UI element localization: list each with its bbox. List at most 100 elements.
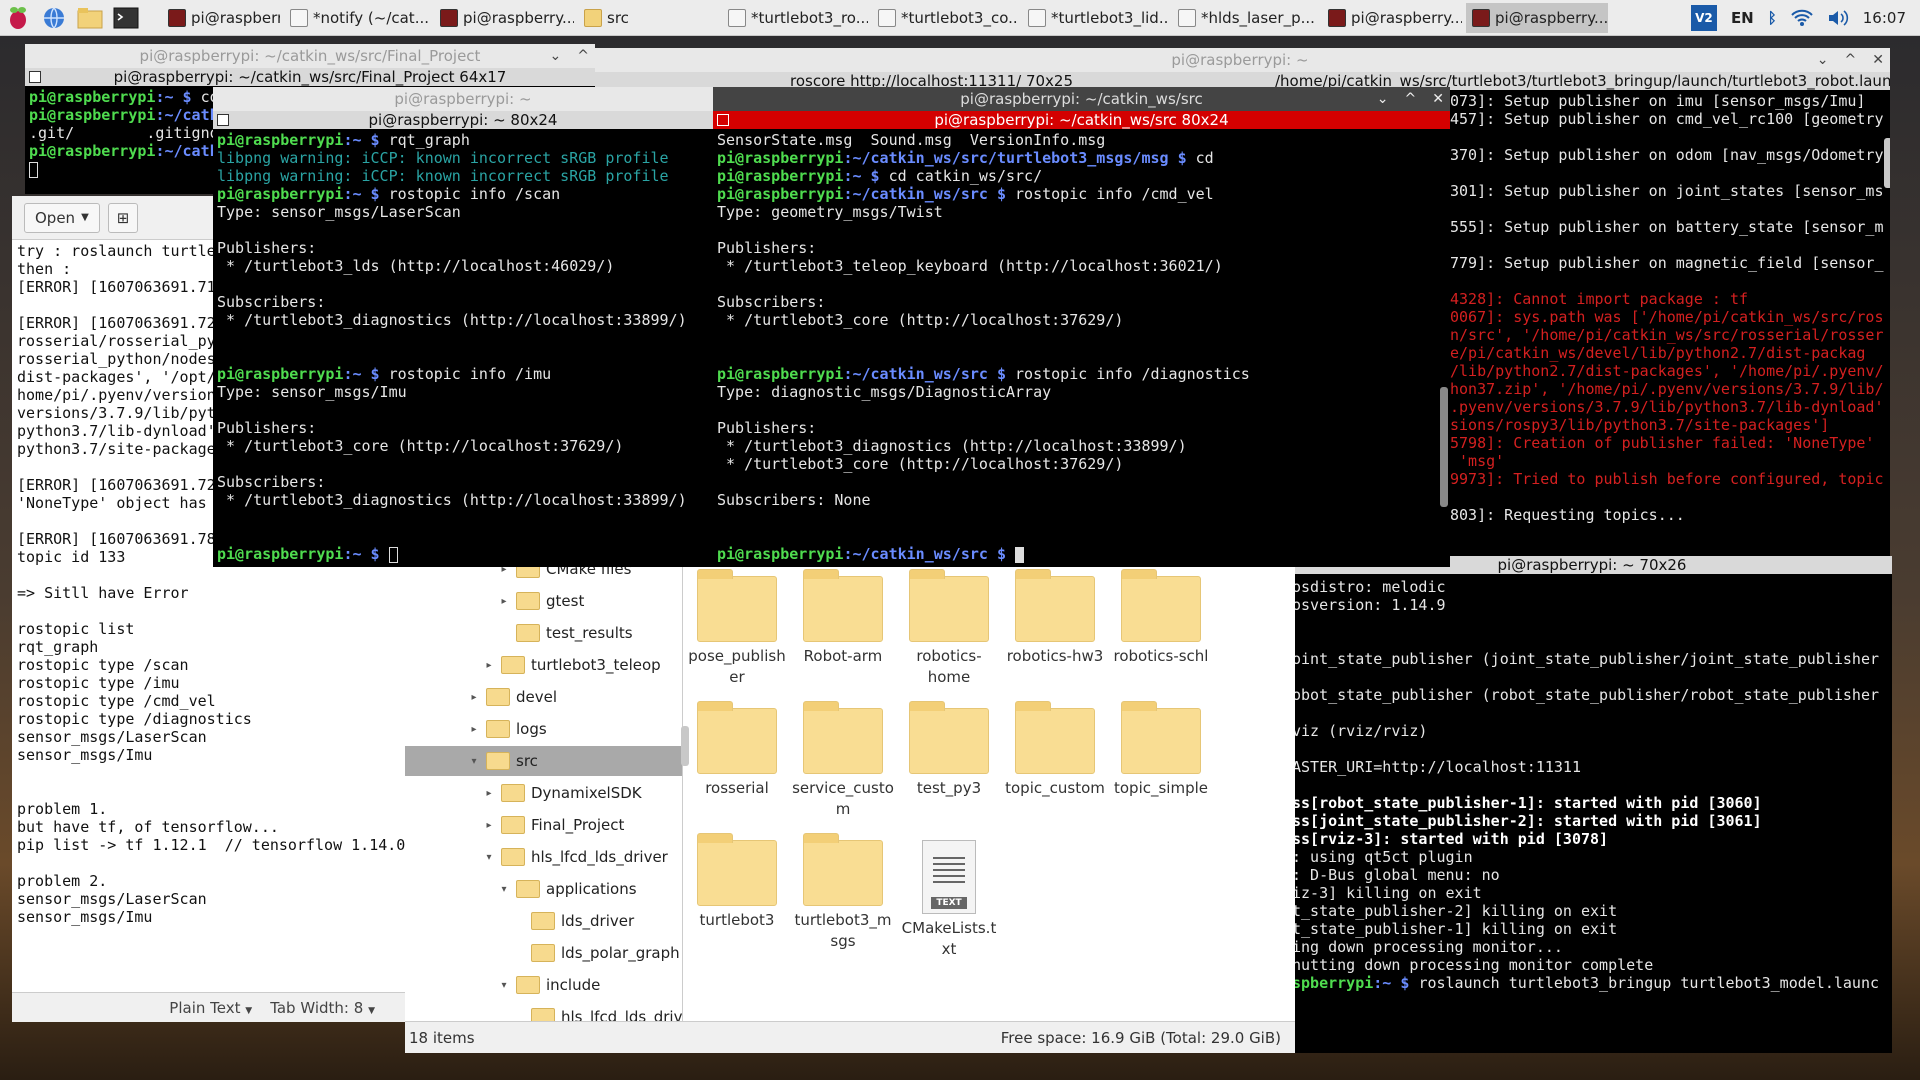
file-item[interactable]: turtlebot3_m sgs [792, 833, 894, 952]
chevron-right-icon[interactable]: ▸ [483, 660, 495, 671]
tree-item-lds-driver[interactable]: lds_driver [405, 906, 682, 936]
web-browser-icon[interactable] [39, 3, 69, 33]
keyboard-layout[interactable]: EN [1731, 9, 1754, 27]
terminal-tab-final-project[interactable]: pi@raspberrypi: ~/catkin_ws/src/Final_Pr… [114, 68, 507, 86]
file-manager-window[interactable]: ▸ CMake files ▸ gtest test_results ▸ turtlebot… [405, 566, 1295, 1053]
file-item[interactable]: turtlebot3 [686, 833, 788, 931]
terminal-output[interactable]: 073]: Setup publisher on imu [sensor_msg… [1450, 90, 1890, 568]
chevron-right-icon[interactable]: ▸ [483, 820, 495, 831]
new-document-button[interactable]: ⊞ [107, 202, 139, 233]
maximize-icon[interactable]: ^ [1845, 48, 1857, 72]
file-item[interactable]: pose_publish er [686, 569, 788, 688]
file-item[interactable]: TEXT CMakeLists.t xt [898, 840, 1000, 960]
task-filemanager-src[interactable]: src [578, 3, 718, 33]
tree-item-final-project[interactable]: ▸ Final_Project [405, 810, 682, 840]
terminal-window-src[interactable]: pi@raspberrypi: ~/catkin_ws/src ⌄ ^ ✕ pi@r… [713, 87, 1450, 567]
task-editor-3[interactable]: *turtlebot3_co... [872, 3, 1018, 33]
file-item[interactable]: robotics-hw3 [1004, 569, 1106, 667]
tree-item-src[interactable]: ▾ src [405, 746, 682, 776]
chevron-down-icon[interactable]: ▾ [468, 756, 480, 767]
chevron-down-icon[interactable]: ▾ [498, 884, 510, 895]
file-item[interactable]: robotics-schl [1110, 569, 1212, 667]
chevron-right-icon[interactable]: ▸ [483, 788, 495, 799]
vnc-icon[interactable]: V2 [1690, 5, 1717, 31]
file-item[interactable]: robotics-home [898, 569, 1000, 688]
file-item[interactable]: test_py3 [898, 701, 1000, 799]
chevron-right-icon[interactable]: ▸ [498, 596, 510, 607]
task-terminal-4[interactable]: pi@raspberry... [1466, 2, 1608, 33]
chevron-right-icon[interactable]: ▸ [468, 692, 480, 703]
task-editor-2[interactable]: *turtlebot3_ro... [722, 3, 868, 33]
task-terminal-2[interactable]: pi@raspberry... [434, 3, 574, 33]
tree-item-label: include [546, 976, 601, 994]
task-editor-4[interactable]: *turtlebot3_lid... [1022, 3, 1168, 33]
terminal-tab-launch[interactable]: pi@raspberrypi: ~ 70x26 [1498, 556, 1687, 574]
open-button[interactable]: Open ▼ [24, 202, 100, 233]
tree-item-include[interactable]: ▾ include [405, 970, 682, 1000]
terminal-line: 0067]: sys.path was ['/home/pi/catkin_ws… [1450, 308, 1884, 326]
maximize-icon[interactable]: ^ [577, 44, 589, 68]
tab-width-selector[interactable]: Tab Width: 8 ▼ [270, 999, 375, 1017]
chevron-down-icon[interactable]: ▾ [498, 980, 510, 991]
maximize-icon[interactable]: ^ [1405, 87, 1417, 111]
bluetooth-icon[interactable]: ᛒ [1768, 9, 1777, 27]
window-titlebar[interactable]: pi@raspberrypi: ~ [213, 87, 713, 111]
window-titlebar[interactable]: pi@raspberrypi: ~/catkin_ws/src/Final_Pr… [25, 44, 595, 68]
terminal-output[interactable]: pi@raspberrypi:~ $ rqt_graph libpng warni… [213, 129, 713, 565]
file-item[interactable]: service_custo m [792, 701, 894, 820]
file-manager-icon[interactable] [75, 3, 105, 33]
chevron-right-icon[interactable]: ▸ [498, 566, 510, 575]
tree-item-hls-lfcd-lds-driver[interactable]: ▾ hls_lfcd_lds_driver [405, 842, 682, 872]
raspberry-menu-icon[interactable] [3, 3, 33, 33]
new-tab-icon[interactable] [217, 114, 229, 126]
tree-item-cmake-files[interactable]: ▸ CMake files [405, 566, 682, 584]
task-terminal-3[interactable]: pi@raspberry... [1322, 3, 1462, 33]
terminal-window-home[interactable]: pi@raspberrypi: ~ pi@raspberrypi: ~ 80x2… [213, 87, 713, 567]
tree-item-test-results[interactable]: test_results [405, 618, 682, 648]
window-titlebar[interactable]: pi@raspberrypi: ~ ⌄ ^ ✕ [590, 48, 1890, 72]
close-icon[interactable]: ✕ [1432, 87, 1444, 111]
file-item-label: robotics-hw3 [1004, 646, 1106, 667]
chevron-down-icon[interactable]: ⌄ [1377, 87, 1389, 111]
wifi-icon[interactable] [1791, 9, 1813, 27]
terminal-window-launch[interactable]: pi@raspberrypi: ~ 70x26 osdistro: melodi… [1292, 556, 1892, 1053]
new-tab-icon[interactable] [717, 114, 729, 126]
chevron-right-icon[interactable]: ▸ [468, 724, 480, 735]
tree-item-lds-polar-graph[interactable]: lds_polar_graph [405, 938, 682, 968]
chevron-down-icon[interactable]: ▾ [483, 852, 495, 863]
chevron-down-icon[interactable]: ⌄ [550, 44, 562, 68]
tree-item-dynamixelsdk[interactable]: ▸ DynamixelSDK [405, 778, 682, 808]
scrollbar[interactable] [1884, 138, 1890, 188]
file-item-label-line: turtlebot3_m [794, 911, 892, 929]
tree-item-applications[interactable]: ▾ applications [405, 874, 682, 904]
window-titlebar[interactable]: pi@raspberrypi: ~/catkin_ws/src ⌄ ^ ✕ [713, 87, 1450, 111]
new-tab-icon[interactable] [29, 71, 41, 83]
directory-tree[interactable]: ▸ CMake files ▸ gtest test_results ▸ turtlebot… [405, 566, 683, 1021]
tree-item-logs[interactable]: ▸ logs [405, 714, 682, 744]
file-item[interactable]: rosserial [686, 701, 788, 799]
terminal-output[interactable]: osdistro: melodic osversion: 1.14.9 oint_s… [1292, 576, 1882, 1053]
tree-item-devel[interactable]: ▸ devel [405, 682, 682, 712]
file-icon-view[interactable]: pose_publish er Robot-arm robotics-home robo… [683, 566, 1295, 1021]
terminal-output[interactable]: SensorState.msg Sound.msg VersionInfo.ms… [713, 129, 1450, 565]
language-selector[interactable]: Plain Text ▼ [169, 999, 252, 1017]
tree-item-turtlebot3-teleop[interactable]: ▸ turtlebot3_teleop [405, 650, 682, 680]
volume-icon[interactable] [1827, 9, 1849, 27]
file-item[interactable]: Robot-arm [792, 569, 894, 667]
terminal-icon[interactable] [111, 3, 141, 33]
scrollbar[interactable] [1440, 387, 1448, 507]
close-icon[interactable]: ✕ [1872, 48, 1884, 72]
tree-item-hls-lfcd-lds-driv[interactable]: hls_lfcd_lds_driv [405, 1002, 682, 1021]
task-terminal-1[interactable]: pi@raspberry... [162, 3, 280, 33]
tree-item-gtest[interactable]: ▸ gtest [405, 586, 682, 616]
file-item[interactable]: topic_custom [1004, 701, 1106, 799]
terminal-tab-home[interactable]: pi@raspberrypi: ~ 80x24 [369, 111, 558, 129]
task-editor-notify[interactable]: *notify (~/cat... [284, 3, 430, 33]
editor-line: problem 2. [17, 872, 108, 890]
file-item[interactable]: topic_simple [1110, 701, 1212, 799]
terminal-tab-src[interactable]: pi@raspberrypi: ~/catkin_ws/src 80x24 [934, 111, 1228, 129]
prompt-path: :~ $ [155, 88, 201, 106]
task-editor-5[interactable]: *hlds_laser_p... [1172, 3, 1318, 33]
terminal-line: Publishers: [717, 419, 1446, 437]
chevron-down-icon[interactable]: ⌄ [1817, 48, 1829, 72]
